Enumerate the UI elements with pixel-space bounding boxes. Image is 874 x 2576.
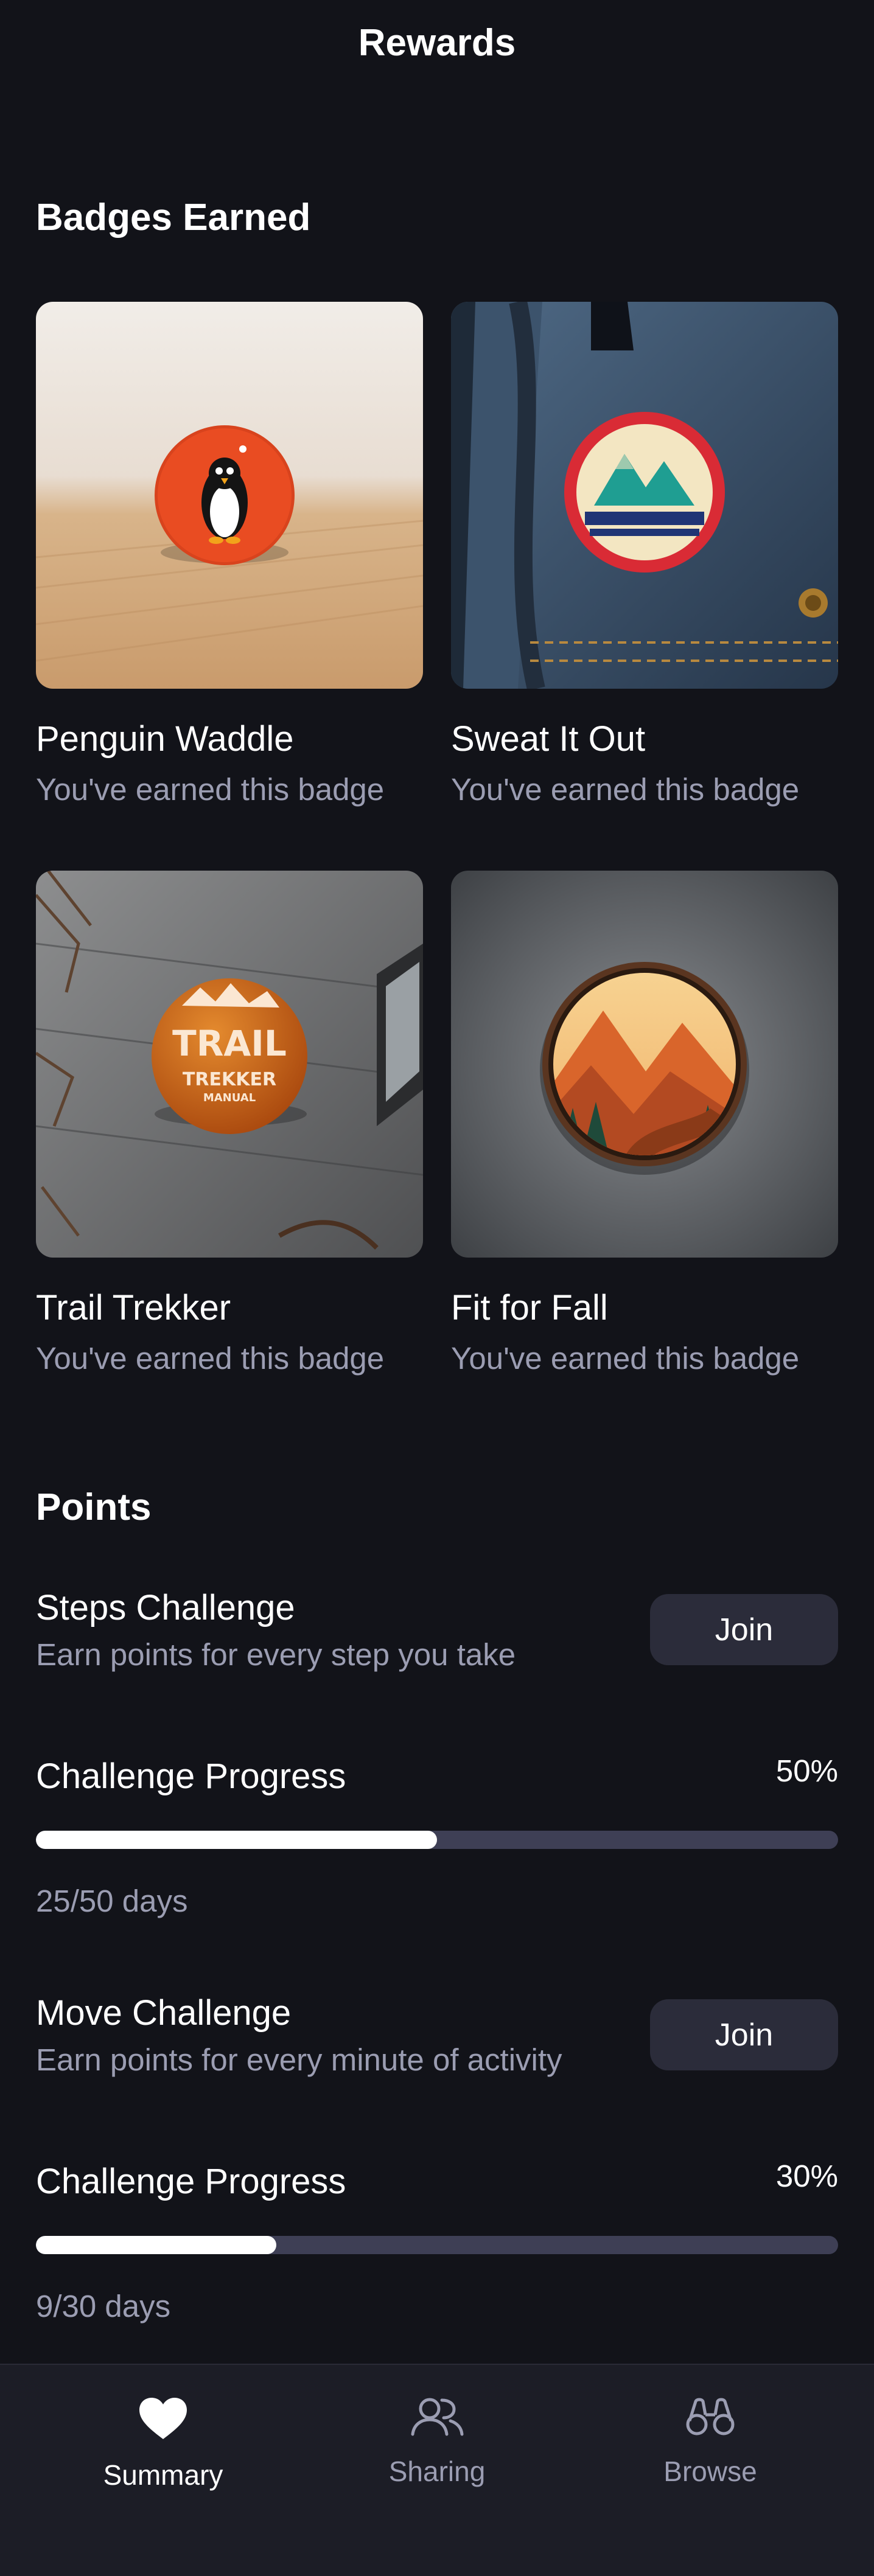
tab-label: Browse: [663, 2456, 757, 2487]
badge-status: You've earned this badge: [451, 1341, 800, 1376]
autumn-mountain-badge-image: [451, 871, 838, 1258]
points-section-title: Points: [36, 1486, 152, 1528]
bottom-tab-bar: Summary Sharing Browse: [0, 2364, 874, 2576]
binoculars-icon: [686, 2398, 735, 2435]
badge-status: You've earned this badge: [36, 772, 385, 807]
join-steps-challenge-button[interactable]: Join: [650, 1594, 838, 1665]
badge-card-sweat-it-out[interactable]: Sweat It Out You've earned this badge: [451, 302, 838, 805]
badge-name: Trail Trekker: [36, 1288, 231, 1328]
heart-icon: [139, 2398, 187, 2439]
badge-name: Sweat It Out: [451, 719, 646, 759]
progress-track: [36, 2236, 838, 2254]
progress-fill: [36, 1831, 437, 1849]
challenge-description: Earn points for every minute of activity: [36, 2042, 562, 2077]
badge-status: You've earned this badge: [451, 772, 800, 807]
mountain-patch-badge-image: [451, 302, 838, 689]
challenge-row-steps: Steps Challenge Earn points for every st…: [36, 1590, 838, 1688]
challenge-title: Move Challenge: [36, 1993, 292, 2033]
steps-challenge-progress: Challenge Progress 50% 25/50 days: [36, 1755, 838, 1918]
challenge-row-move: Move Challenge Earn points for every min…: [36, 1996, 838, 2093]
people-icon: [411, 2398, 464, 2436]
challenge-title: Steps Challenge: [36, 1588, 295, 1627]
badges-section-title: Badges Earned: [36, 197, 311, 238]
tab-browse[interactable]: Browse: [619, 2365, 802, 2511]
move-challenge-progress: Challenge Progress 30% 9/30 days: [36, 2160, 838, 2324]
trail-pin-text: TRAIL TREKKER MANUAL: [172, 1023, 287, 1104]
progress-label: Challenge Progress: [36, 2162, 346, 2201]
progress-fill: [36, 2236, 277, 2254]
join-move-challenge-button[interactable]: Join: [650, 1999, 838, 2070]
badge-card-penguin-waddle[interactable]: Penguin Waddle You've earned this badge: [36, 302, 423, 805]
badge-name: Penguin Waddle: [36, 719, 294, 759]
progress-days: 9/30 days: [36, 2289, 171, 2324]
challenge-description: Earn points for every step you take: [36, 1637, 516, 1672]
page-title: Rewards: [358, 21, 516, 64]
top-bar: Rewards: [0, 0, 874, 152]
tab-sharing[interactable]: Sharing: [346, 2365, 528, 2511]
tab-label: Summary: [103, 2459, 223, 2491]
tab-label: Sharing: [388, 2456, 486, 2487]
progress-track: [36, 1831, 838, 1849]
badge-name: Fit for Fall: [451, 1288, 608, 1328]
progress-percent: 30%: [775, 2159, 838, 2193]
penguin-badge-image: [36, 302, 423, 689]
trail-trekker-badge-image: TRAIL TREKKER MANUAL: [36, 871, 423, 1258]
badge-card-trail-trekker[interactable]: TRAIL TREKKER MANUAL Trail Trekker You'v…: [36, 871, 423, 1374]
badge-status: You've earned this badge: [36, 1341, 385, 1376]
progress-label: Challenge Progress: [36, 1756, 346, 1796]
badge-card-fit-for-fall[interactable]: Fit for Fall You've earned this badge: [451, 871, 838, 1374]
progress-days: 25/50 days: [36, 1884, 188, 1918]
tab-summary[interactable]: Summary: [72, 2365, 254, 2511]
progress-percent: 50%: [775, 1753, 838, 1788]
